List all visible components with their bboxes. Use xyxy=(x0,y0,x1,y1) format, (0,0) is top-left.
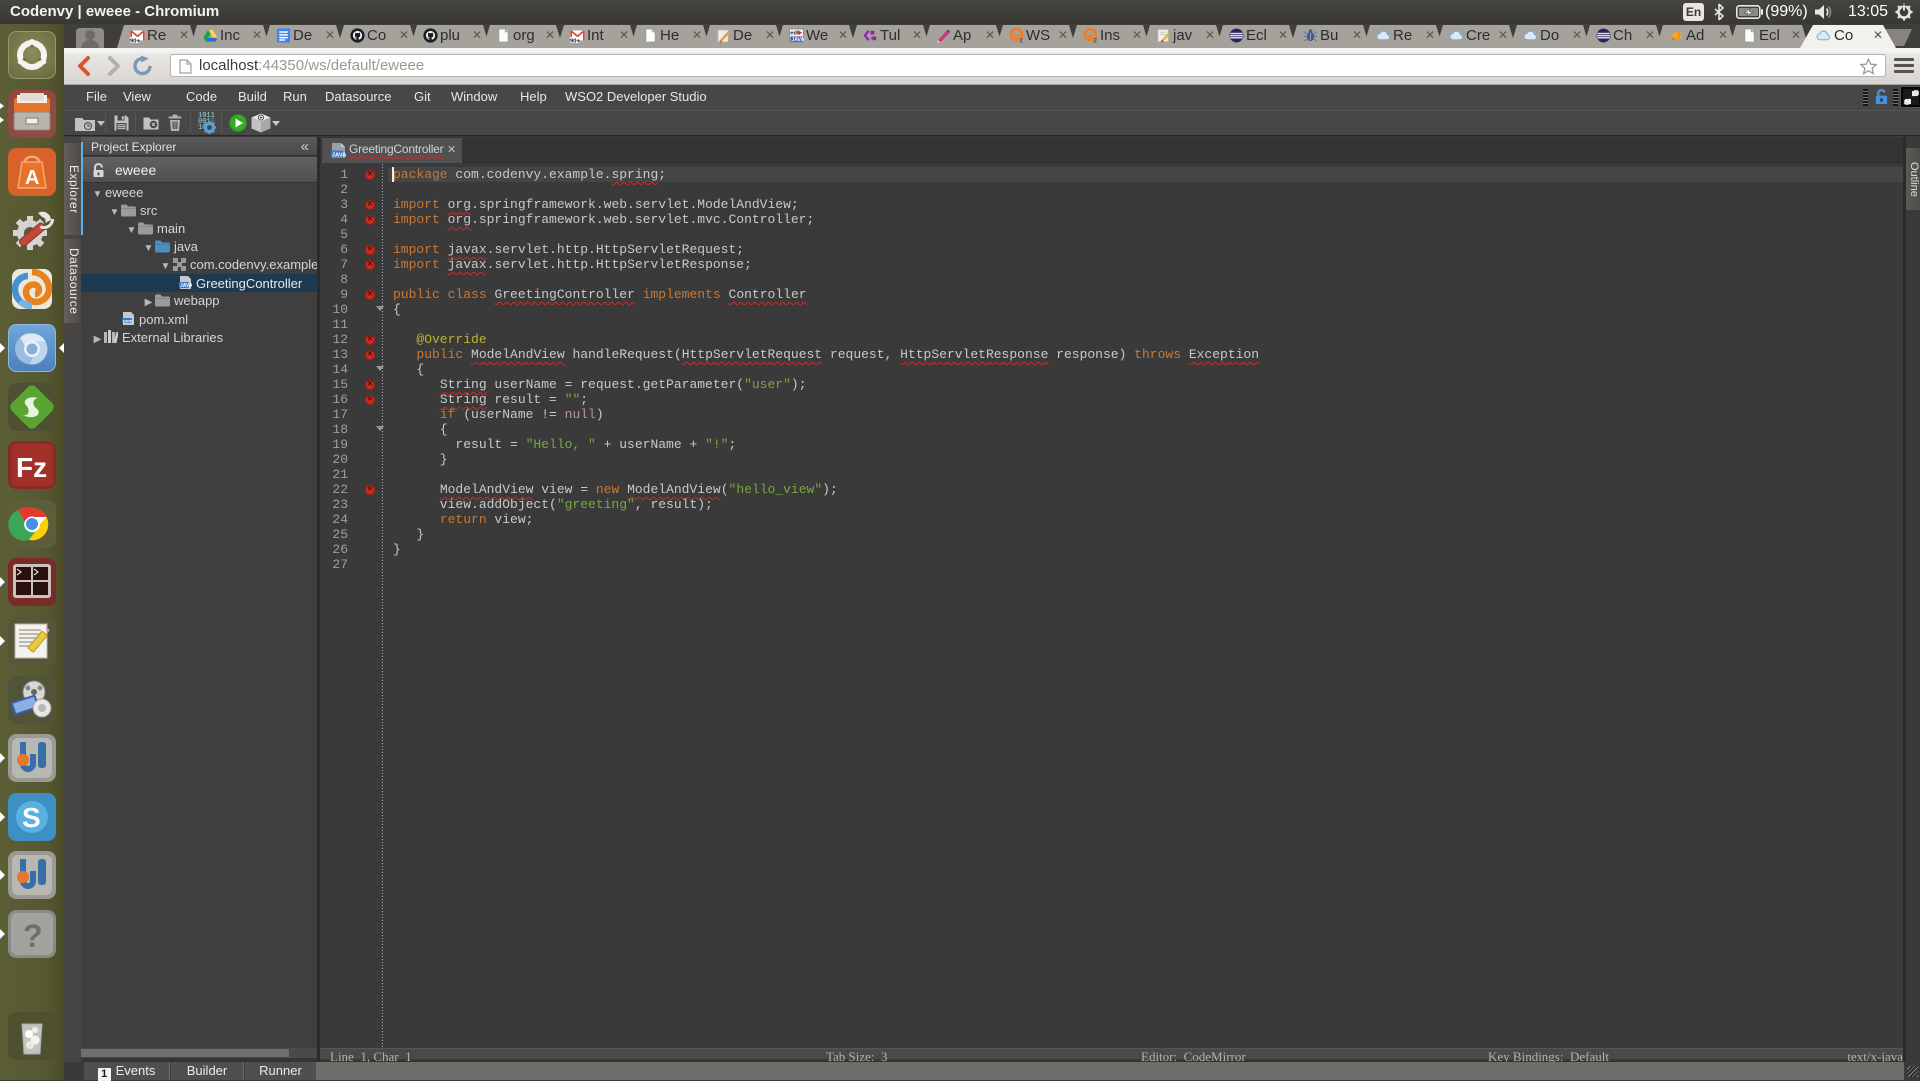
svg-text:S: S xyxy=(22,802,41,833)
svg-text:90+: 90+ xyxy=(130,38,140,43)
svg-text:?: ? xyxy=(23,918,43,954)
svg-text:2: 2 xyxy=(1093,38,1097,43)
svg-text:pom: pom xyxy=(123,319,133,324)
svg-text:2: 2 xyxy=(1019,38,1023,43)
svg-text:JAVA: JAVA xyxy=(180,283,192,289)
svg-text:Fz: Fz xyxy=(16,452,47,483)
svg-text:A: A xyxy=(25,167,39,189)
svg-text:JAVA: JAVA xyxy=(332,152,346,158)
svg-text:90+: 90+ xyxy=(570,38,580,43)
svg-text:JAVA: JAVA xyxy=(791,37,804,43)
